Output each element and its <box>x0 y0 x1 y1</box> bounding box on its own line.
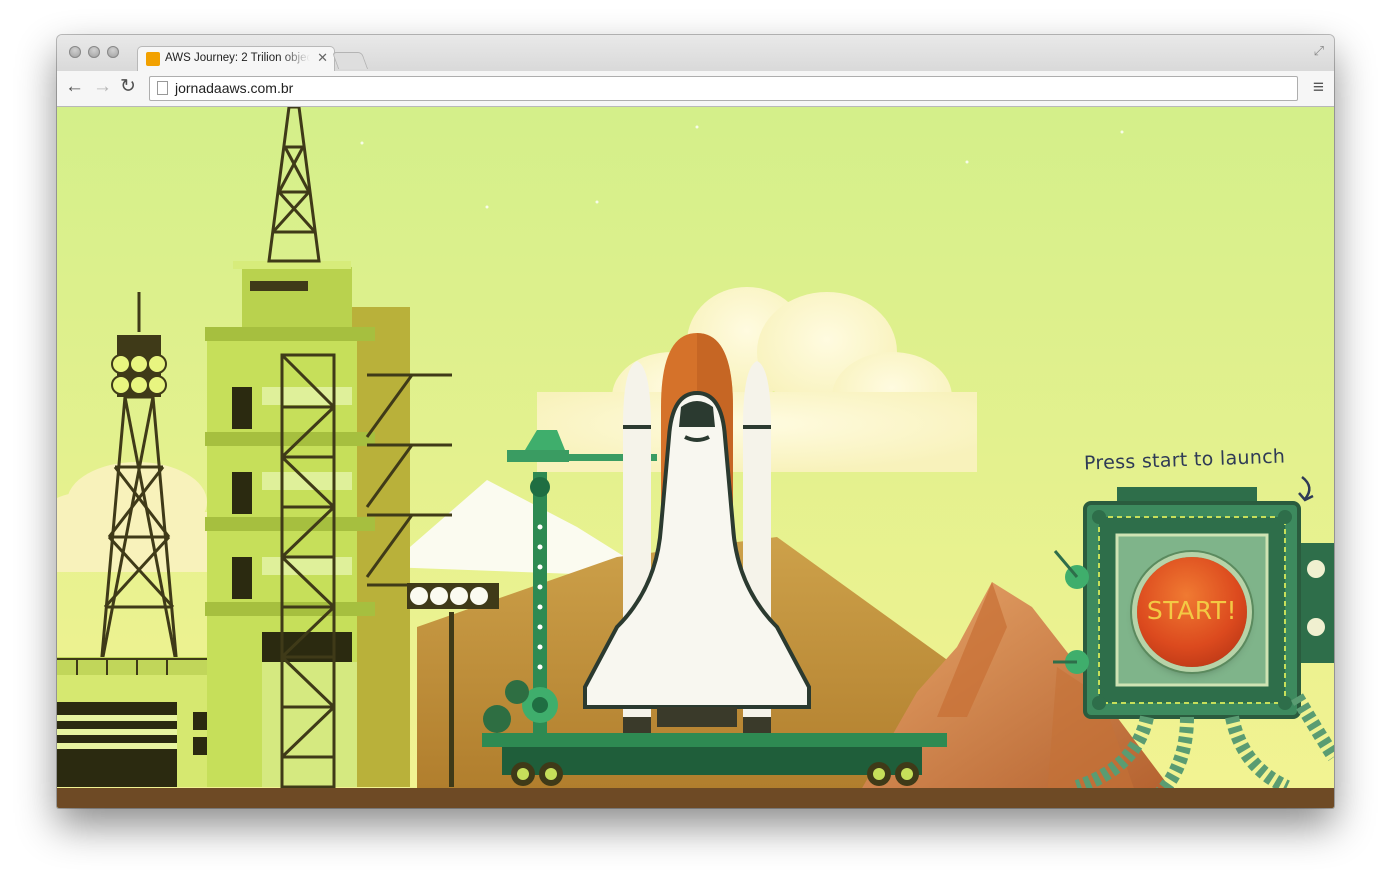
page-icon <box>157 81 168 95</box>
aws-shuttle-icon <box>146 52 160 66</box>
url-text: jornadaaws.com.br <box>175 80 294 96</box>
forward-icon[interactable]: → <box>93 77 112 97</box>
start-button-label: START! <box>1146 596 1238 625</box>
minimize-window-button[interactable] <box>88 46 100 58</box>
tab-close-icon[interactable]: ✕ <box>317 50 328 66</box>
fullscreen-icon[interactable]: ⤢ <box>1314 43 1324 59</box>
browser-toolbar: ← → ↻ jornadaaws.com.br ≡ <box>57 71 1334 107</box>
ground <box>57 788 1334 808</box>
new-tab-button[interactable] <box>331 52 369 69</box>
close-window-button[interactable] <box>69 46 81 58</box>
start-button[interactable]: START! <box>1137 557 1247 667</box>
menu-icon[interactable]: ≡ <box>1313 77 1324 99</box>
title-bar: AWS Journey: 2 Trilion objects ✕ ⤢ <box>57 35 1334 72</box>
address-bar[interactable]: jornadaaws.com.br <box>149 76 1298 101</box>
tab-title: AWS Journey: 2 Trilion objects <box>165 52 310 64</box>
zoom-window-button[interactable] <box>107 46 119 58</box>
reload-icon[interactable]: ↻ <box>120 77 136 97</box>
browser-window: AWS Journey: 2 Trilion objects ✕ ⤢ ← → ↻… <box>57 35 1334 808</box>
back-icon[interactable]: ← <box>65 77 84 97</box>
page-content: Press start to launch START! <box>57 107 1334 808</box>
browser-tab[interactable]: AWS Journey: 2 Trilion objects ✕ <box>137 46 335 72</box>
